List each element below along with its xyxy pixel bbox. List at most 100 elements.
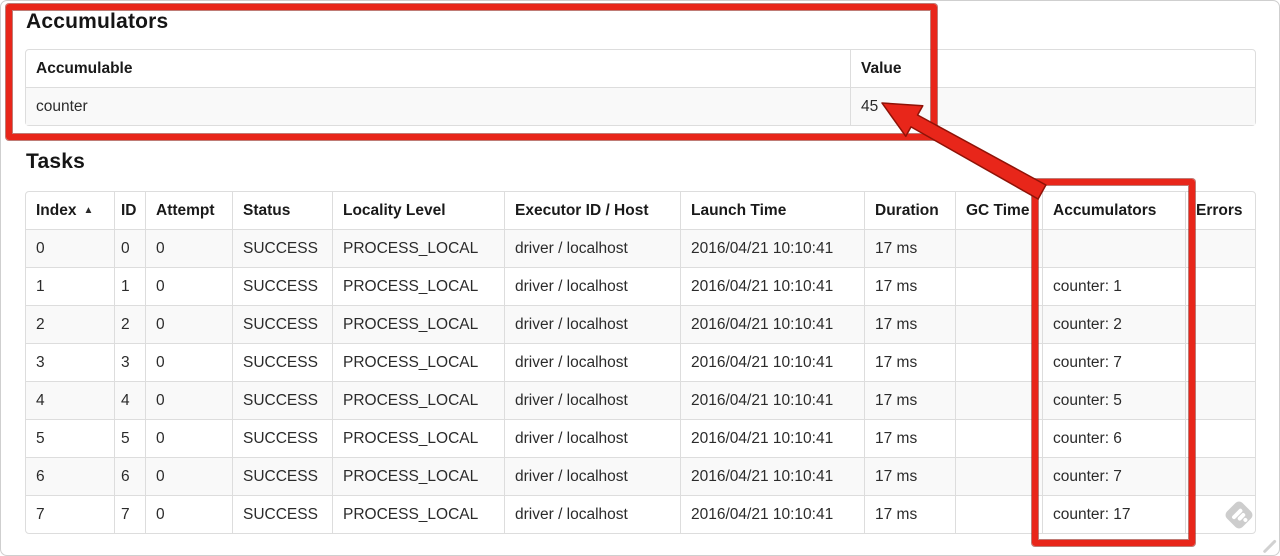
table-cell: 7 (26, 495, 114, 533)
tasks-section-title: Tasks (26, 150, 85, 173)
table-cell: 1 (114, 267, 145, 305)
table-cell (1185, 305, 1255, 343)
table-cell: 17 ms (864, 419, 955, 457)
table-cell: counter: 17 (1042, 495, 1185, 533)
table-cell: 6 (26, 457, 114, 495)
column-header-id[interactable]: ID (114, 192, 145, 229)
table-cell: 2 (114, 305, 145, 343)
table-cell: driver / localhost (504, 381, 680, 419)
column-header-accumulable[interactable]: Accumulable (26, 50, 850, 87)
table-cell (955, 229, 1042, 267)
table-cell (1042, 229, 1185, 267)
table-cell: 0 (145, 457, 232, 495)
table-cell: 17 ms (864, 381, 955, 419)
table-header-row: Accumulable Value (26, 50, 1255, 87)
table-row: 0 0 0 SUCCESS PROCESS_LOCAL driver / localhos… (26, 229, 1255, 267)
table-cell: counter: 2 (1042, 305, 1185, 343)
table-cell: 17 ms (864, 267, 955, 305)
table-cell: SUCCESS (232, 495, 332, 533)
table-cell: 4 (26, 381, 114, 419)
table-cell: PROCESS_LOCAL (332, 495, 504, 533)
table-row: counter 45 (26, 87, 1255, 125)
table-cell (1185, 267, 1255, 305)
table-cell: 2016/04/21 10:10:41 (680, 305, 864, 343)
table-cell: SUCCESS (232, 419, 332, 457)
table-cell (1185, 457, 1255, 495)
table-cell: PROCESS_LOCAL (332, 457, 504, 495)
column-header-value[interactable]: Value (850, 50, 1255, 87)
table-cell: SUCCESS (232, 305, 332, 343)
column-header-label: Index (36, 201, 77, 219)
accumulable-table: Accumulable Value counter 45 (25, 49, 1256, 126)
table-cell: 7 (114, 495, 145, 533)
table-cell: 17 ms (864, 343, 955, 381)
table-cell (1185, 229, 1255, 267)
table-cell: PROCESS_LOCAL (332, 381, 504, 419)
table-row: 2 2 0 SUCCESS PROCESS_LOCAL driver / localhos… (26, 305, 1255, 343)
tasks-table: Index ▲ ID Attempt Status Locality Level … (25, 191, 1256, 534)
table-cell: 45 (850, 87, 1255, 125)
column-header-launch-time[interactable]: Launch Time (680, 192, 864, 229)
column-header-errors[interactable]: Errors (1185, 192, 1255, 229)
table-cell (955, 495, 1042, 533)
table-row: 5 5 0 SUCCESS PROCESS_LOCAL driver / localhos… (26, 419, 1255, 457)
table-cell: 3 (114, 343, 145, 381)
table-cell (955, 381, 1042, 419)
table-cell: SUCCESS (232, 457, 332, 495)
table-cell: 0 (145, 343, 232, 381)
table-cell: 0 (145, 229, 232, 267)
table-cell: counter: 1 (1042, 267, 1185, 305)
column-header-duration[interactable]: Duration (864, 192, 955, 229)
table-cell: counter (26, 87, 850, 125)
table-header-row: Index ▲ ID Attempt Status Locality Level … (26, 192, 1255, 229)
table-cell: driver / localhost (504, 457, 680, 495)
table-cell: 17 ms (864, 305, 955, 343)
table-cell: SUCCESS (232, 229, 332, 267)
table-cell (1185, 419, 1255, 457)
table-cell: driver / localhost (504, 495, 680, 533)
table-cell (1185, 381, 1255, 419)
table-cell: driver / localhost (504, 305, 680, 343)
table-cell: 1 (26, 267, 114, 305)
column-header-status[interactable]: Status (232, 192, 332, 229)
column-header-accumulators[interactable]: Accumulators (1042, 192, 1185, 229)
table-cell: 2 (26, 305, 114, 343)
corner-artifact (1262, 539, 1277, 554)
column-header-attempt[interactable]: Attempt (145, 192, 232, 229)
table-cell: PROCESS_LOCAL (332, 267, 504, 305)
column-header-executor-id-host[interactable]: Executor ID / Host (504, 192, 680, 229)
table-cell: counter: 5 (1042, 381, 1185, 419)
table-cell: 2016/04/21 10:10:41 (680, 495, 864, 533)
table-cell: 0 (145, 495, 232, 533)
table-cell: counter: 7 (1042, 343, 1185, 381)
column-header-gc-time[interactable]: GC Time (955, 192, 1042, 229)
table-cell: SUCCESS (232, 267, 332, 305)
table-row: 3 3 0 SUCCESS PROCESS_LOCAL driver / localhos… (26, 343, 1255, 381)
table-row: 1 1 0 SUCCESS PROCESS_LOCAL driver / localhos… (26, 267, 1255, 305)
table-cell: driver / localhost (504, 343, 680, 381)
table-row: 7 7 0 SUCCESS PROCESS_LOCAL driver / localhos… (26, 495, 1255, 533)
table-cell: PROCESS_LOCAL (332, 305, 504, 343)
table-cell: 4 (114, 381, 145, 419)
table-cell: driver / localhost (504, 229, 680, 267)
table-cell: 2016/04/21 10:10:41 (680, 457, 864, 495)
table-cell: 6 (114, 457, 145, 495)
skitch-watermark-icon (1223, 499, 1255, 531)
table-cell: 0 (145, 419, 232, 457)
column-header-locality-level[interactable]: Locality Level (332, 192, 504, 229)
table-cell: 2016/04/21 10:10:41 (680, 419, 864, 457)
table-cell: driver / localhost (504, 267, 680, 305)
table-cell: PROCESS_LOCAL (332, 419, 504, 457)
table-cell: counter: 6 (1042, 419, 1185, 457)
column-header-index[interactable]: Index ▲ (26, 192, 114, 229)
table-cell: 5 (26, 419, 114, 457)
table-cell: 0 (145, 305, 232, 343)
table-cell: 0 (145, 381, 232, 419)
table-cell (955, 305, 1042, 343)
table-cell: 17 ms (864, 229, 955, 267)
table-cell: 17 ms (864, 457, 955, 495)
table-cell: 2016/04/21 10:10:41 (680, 229, 864, 267)
table-cell: counter: 7 (1042, 457, 1185, 495)
table-cell (955, 343, 1042, 381)
table-cell: 0 (26, 229, 114, 267)
